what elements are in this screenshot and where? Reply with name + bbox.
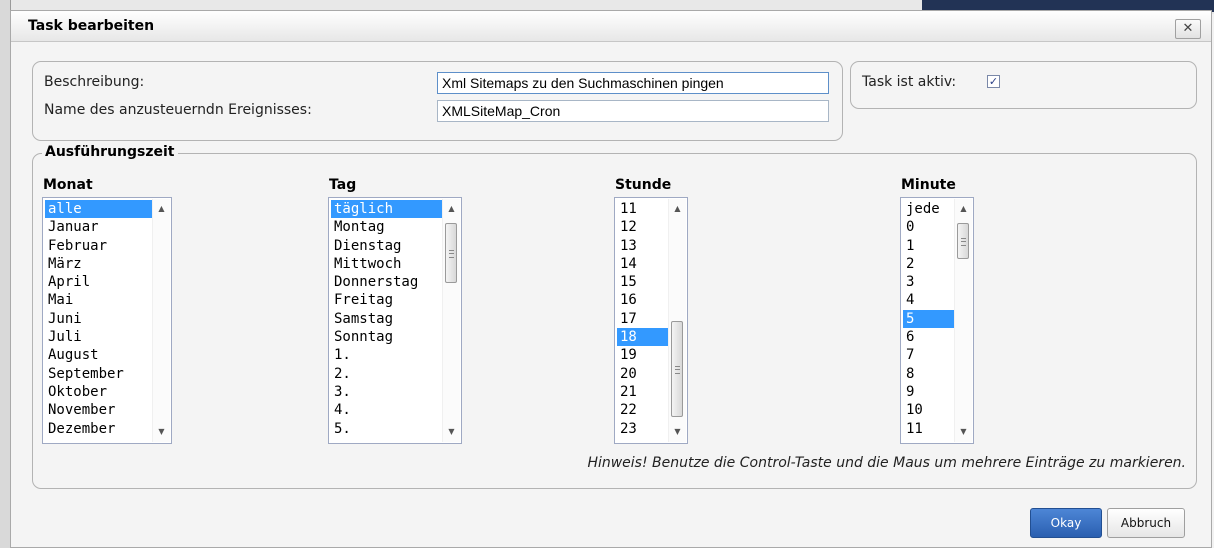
scroll-up-icon[interactable]: ▲ [153, 201, 170, 217]
list-option[interactable]: Freitag [331, 291, 442, 309]
list-option[interactable]: 14 [617, 255, 668, 273]
beschreibung-input[interactable] [437, 72, 829, 94]
scroll-up-icon[interactable]: ▲ [669, 201, 686, 217]
list-option[interactable]: Oktober [45, 383, 152, 401]
list-option[interactable]: September [45, 365, 152, 383]
list-option[interactable]: 1. [331, 346, 442, 364]
list-option[interactable]: 11 [903, 420, 954, 438]
list-option[interactable]: November [45, 401, 152, 419]
scroll-down-icon[interactable]: ▼ [955, 424, 972, 440]
grip-icon [449, 250, 454, 258]
list-option[interactable]: 9 [903, 383, 954, 401]
stunde-header: Stunde [615, 177, 672, 193]
list-option[interactable]: 18 [617, 328, 668, 347]
list-option[interactable]: 13 [617, 237, 668, 255]
scroll-down-icon[interactable]: ▼ [443, 424, 460, 440]
dialog-titlebar[interactable]: Task bearbeiten ✕ [11, 11, 1211, 42]
list-option[interactable]: Montag [331, 218, 442, 236]
tag-header: Tag [329, 177, 357, 193]
list-option[interactable]: Sonntag [331, 328, 442, 346]
list-option[interactable]: 21 [617, 383, 668, 401]
multi-select-hint: Hinweis! Benutze die Control-Taste und d… [587, 455, 1186, 471]
list-option[interactable]: täglich [331, 200, 442, 219]
list-option[interactable]: 22 [617, 401, 668, 419]
list-option[interactable]: Juni [45, 310, 152, 328]
ereignis-label: Name des anzusteuerndn Ereignisses: [44, 102, 312, 118]
minute-scrollbar[interactable]: ▲ ▼ [954, 199, 972, 442]
aktiv-checkbox[interactable]: ✓ [987, 75, 1000, 88]
minute-header: Minute [901, 177, 956, 193]
dialog-title: Task bearbeiten [28, 18, 155, 34]
list-option[interactable]: alle [45, 200, 152, 219]
minute-scroll-thumb[interactable] [957, 223, 969, 259]
list-option[interactable]: April [45, 273, 152, 291]
monat-listbox[interactable]: alle Januar Februar März April Mai Juni Juli Aug… [42, 197, 172, 444]
list-option[interactable]: 2 [903, 255, 954, 273]
ereignis-input[interactable] [437, 100, 829, 122]
tag-list: täglich Montag Dienstag Mittwoch Donnerstag F… [331, 200, 442, 438]
list-option[interactable]: 5 [903, 309, 954, 329]
list-option[interactable]: jede [903, 200, 954, 218]
list-option[interactable]: 23 [617, 420, 668, 438]
list-option[interactable]: 0 [903, 218, 954, 236]
list-option[interactable]: Mittwoch [331, 255, 442, 273]
cancel-button[interactable]: Abbruch [1107, 508, 1185, 538]
monat-list: alle Januar Februar März April Mai Juni Juli Aug… [45, 200, 152, 438]
list-option[interactable]: Mai [45, 291, 152, 309]
list-option[interactable]: Dezember [45, 420, 152, 438]
tag-listbox[interactable]: täglich Montag Dienstag Mittwoch Donnerstag F… [328, 197, 462, 444]
minute-listbox[interactable]: jede 0 1 2 3 4 5 6 7 8 9 10 11 ▲ ▼ [900, 197, 974, 444]
check-icon: ✓ [988, 75, 999, 88]
list-option[interactable]: 4. [331, 401, 442, 419]
list-option[interactable]: 6 [903, 328, 954, 346]
list-option[interactable]: 20 [617, 365, 668, 383]
close-button[interactable]: ✕ [1175, 19, 1201, 39]
list-option[interactable]: 5. [331, 420, 442, 438]
list-option[interactable]: Dienstag [331, 237, 442, 255]
list-option[interactable]: 4 [903, 291, 954, 309]
monat-scrollbar[interactable]: ▲ ▼ [152, 199, 170, 442]
close-icon: ✕ [1182, 21, 1194, 36]
schedule-legend: Ausführungszeit [42, 144, 178, 160]
list-option[interactable]: August [45, 346, 152, 364]
list-option[interactable]: 3. [331, 383, 442, 401]
list-option[interactable]: 10 [903, 401, 954, 419]
grip-icon [675, 366, 680, 374]
monat-header: Monat [43, 177, 93, 193]
okay-button[interactable]: Okay [1030, 508, 1102, 538]
list-option[interactable]: Donnerstag [331, 273, 442, 291]
list-option[interactable]: 1 [903, 237, 954, 255]
scroll-up-icon[interactable]: ▲ [955, 201, 972, 217]
scroll-down-icon[interactable]: ▼ [153, 424, 170, 440]
scroll-up-icon[interactable]: ▲ [443, 201, 460, 217]
minute-list: jede 0 1 2 3 4 5 6 7 8 9 10 11 [903, 200, 954, 438]
tag-scrollbar[interactable]: ▲ ▼ [442, 199, 460, 442]
list-option[interactable]: 19 [617, 346, 668, 364]
list-option[interactable]: Juli [45, 328, 152, 346]
beschreibung-label: Beschreibung: [44, 74, 145, 90]
list-option[interactable]: Februar [45, 237, 152, 255]
list-option[interactable]: 17 [617, 310, 668, 328]
list-option[interactable]: Januar [45, 218, 152, 236]
list-option[interactable]: Samstag [331, 310, 442, 328]
aktiv-label: Task ist aktiv: [862, 74, 957, 90]
list-option[interactable]: 16 [617, 291, 668, 309]
list-option[interactable]: 12 [617, 218, 668, 236]
list-option[interactable]: 7 [903, 346, 954, 364]
tag-scroll-thumb[interactable] [445, 223, 457, 283]
stunde-list: 11 12 13 14 15 16 17 18 19 20 21 22 23 [617, 200, 668, 438]
stunde-listbox[interactable]: 11 12 13 14 15 16 17 18 19 20 21 22 23 ▲ ▼ [614, 197, 688, 444]
list-option[interactable]: 11 [617, 200, 668, 218]
stunde-scroll-thumb[interactable] [671, 321, 683, 417]
grip-icon [961, 238, 966, 246]
stunde-scrollbar[interactable]: ▲ ▼ [668, 199, 686, 442]
list-option[interactable]: 3 [903, 273, 954, 291]
list-option[interactable]: 8 [903, 365, 954, 383]
list-option[interactable]: März [45, 255, 152, 273]
list-option[interactable]: 15 [617, 273, 668, 291]
list-option[interactable]: 2. [331, 365, 442, 383]
scroll-down-icon[interactable]: ▼ [669, 424, 686, 440]
